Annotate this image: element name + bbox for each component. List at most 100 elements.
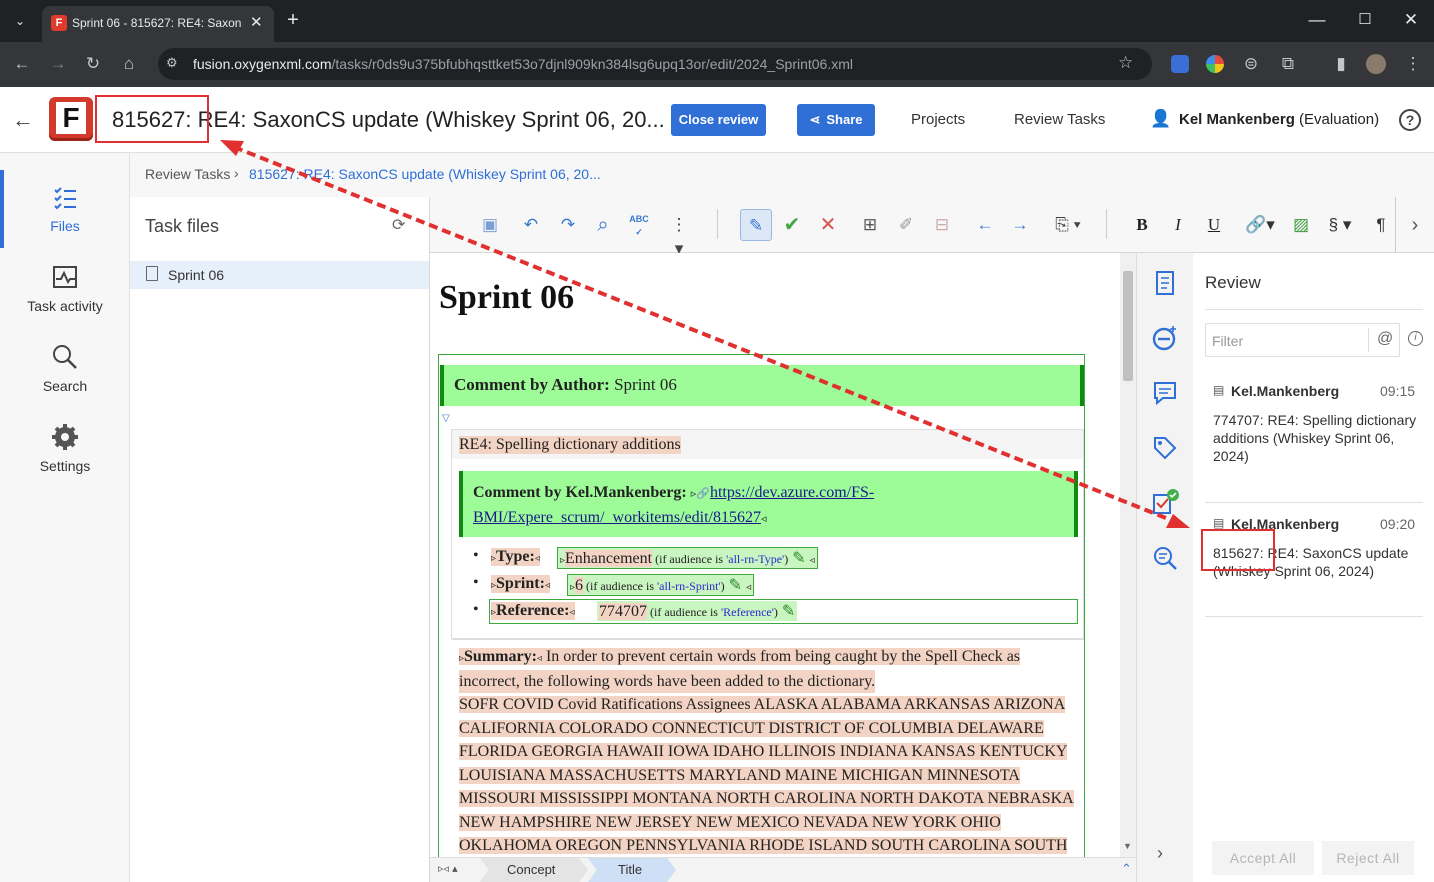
- accept-all-button[interactable]: Accept All: [1212, 841, 1314, 875]
- refresh-icon[interactable]: ⟳: [392, 215, 405, 235]
- projects-link[interactable]: Projects: [911, 111, 965, 128]
- tag-view-icon[interactable]: ▹◃ ▴: [438, 862, 458, 875]
- bookmark-star-icon[interactable]: ☆: [1118, 53, 1133, 73]
- site-info-icon[interactable]: ⚙: [166, 55, 178, 71]
- review-comment-card[interactable]: ▤ Kel.Mankenberg 09:15 774707: RE4: Spel…: [1205, 375, 1423, 475]
- author-comment[interactable]: Comment by Author: Sprint 06: [440, 365, 1084, 406]
- nav-settings[interactable]: Settings: [0, 410, 130, 490]
- edit-pencil-icon[interactable]: ✎: [782, 603, 795, 620]
- remove-comment-icon[interactable]: ⊟: [930, 213, 954, 237]
- collapse-up-icon[interactable]: ⌃: [1121, 861, 1132, 877]
- document-editor[interactable]: Sprint 06 Comment by Author: Sprint 06 ▽…: [430, 253, 1120, 857]
- user-icon: 👤: [1150, 109, 1172, 128]
- review-tasks-link[interactable]: Review Tasks: [1014, 111, 1105, 128]
- accept-change-icon[interactable]: ✔: [780, 213, 804, 237]
- home-icon[interactable]: ⌂: [118, 54, 140, 74]
- back-icon[interactable]: ←: [11, 54, 33, 74]
- pilcrow-icon[interactable]: ¶: [1369, 213, 1393, 237]
- redo-icon[interactable]: ↷: [556, 213, 580, 237]
- breadcrumb-root[interactable]: Review Tasks: [145, 166, 230, 182]
- next-change-icon[interactable]: →: [1008, 213, 1032, 237]
- reload-icon[interactable]: ↻: [82, 54, 104, 74]
- attributes-e-icon[interactable]: [1151, 324, 1179, 352]
- outline-icon[interactable]: [1151, 269, 1179, 297]
- share-button[interactable]: ⋖ Share: [797, 104, 875, 136]
- undo-icon[interactable]: ↶: [519, 213, 543, 237]
- tag-icon[interactable]: [1151, 434, 1179, 462]
- new-tab-icon[interactable]: +: [282, 10, 304, 30]
- browser-menu-icon[interactable]: ⋮: [1402, 54, 1424, 74]
- bold-icon[interactable]: B: [1130, 213, 1154, 237]
- section-dropdown-icon[interactable]: § ▾: [1323, 213, 1357, 237]
- extension-circle-icon[interactable]: ⊜: [1240, 54, 1262, 74]
- find-comments-icon[interactable]: [1151, 544, 1179, 572]
- words-line: NEW HAMPSHIRE NEW JERSEY NEW MEXICO NEVA…: [459, 813, 1001, 831]
- kel-comment[interactable]: Comment by Kel.Mankenberg: ▹🔗https://dev…: [459, 471, 1078, 537]
- close-review-button[interactable]: Close review: [671, 104, 766, 136]
- nav-search[interactable]: Search: [0, 330, 130, 410]
- reference-field[interactable]: 774707 (if audience is 'Reference') ✎: [597, 601, 798, 621]
- reject-all-button[interactable]: Reject All: [1322, 841, 1414, 875]
- kel-comment-link-line2[interactable]: BMI/Expere_scrum/_workitems/edit/815627: [473, 509, 761, 526]
- file-icon: [146, 266, 158, 281]
- minimize-icon[interactable]: —: [1306, 10, 1328, 30]
- extensions-puzzle-icon[interactable]: ⧉: [1277, 54, 1299, 74]
- review-filter-input[interactable]: Filter @: [1205, 323, 1400, 357]
- underline-icon[interactable]: U: [1202, 213, 1226, 237]
- previous-change-icon[interactable]: ←: [973, 213, 997, 237]
- gear-icon: [52, 424, 78, 450]
- info-icon[interactable]: i: [1408, 331, 1423, 346]
- profile-avatar[interactable]: [1366, 54, 1386, 74]
- insert-image-icon[interactable]: ▨: [1289, 213, 1313, 237]
- track-changes-icon[interactable]: ✎: [740, 209, 772, 241]
- edit-pencil-icon[interactable]: ✎: [792, 550, 805, 567]
- editor-scrollbar[interactable]: ▼: [1120, 253, 1136, 857]
- scrollbar-thumb[interactable]: [1123, 271, 1133, 381]
- browser-tab[interactable]: F Sprint 06 - 815627: RE4: Saxon ✕: [42, 6, 274, 42]
- back-arrow-icon[interactable]: ←: [12, 107, 34, 133]
- review-check-icon[interactable]: [1151, 489, 1179, 517]
- nav-task-activity[interactable]: Task activity: [0, 250, 130, 330]
- divider: [1205, 502, 1423, 503]
- metadata-list: • ▹Type:◃ ▹Enhancement (if audience is '…: [473, 547, 1078, 628]
- maximize-icon[interactable]: ☐: [1354, 10, 1376, 30]
- reference-cond-value: 'Reference': [720, 605, 774, 619]
- more-actions-icon[interactable]: ⋮ ▾: [664, 213, 694, 258]
- sprint-field[interactable]: ▹6 (if audience is 'all-rn-Sprint') ✎ ◃: [567, 574, 755, 596]
- collapse-triangle-icon[interactable]: ▽: [442, 413, 450, 424]
- url-field[interactable]: ⚙ fusion.oxygenxml.com/tasks/r0ds9u375bf…: [158, 48, 1152, 80]
- reject-change-icon[interactable]: ✕: [816, 213, 840, 237]
- tab-close-icon[interactable]: ✕: [250, 13, 263, 31]
- comment-time: 09:15: [1380, 383, 1416, 399]
- extension-color-icon[interactable]: [1206, 55, 1224, 73]
- mention-at-icon[interactable]: @: [1377, 330, 1393, 348]
- file-item-label: Sprint 06: [168, 267, 225, 283]
- toolbar-expand-chevron-icon[interactable]: ›: [1395, 197, 1434, 253]
- user-menu[interactable]: Kel Mankenberg (Evaluation): [1179, 111, 1379, 128]
- summary-line2: incorrect, the following words have been…: [459, 670, 876, 693]
- window-close-icon[interactable]: ✕: [1400, 10, 1422, 30]
- toolbar-divider: [1106, 209, 1107, 239]
- side-panel-icon[interactable]: ▮: [1330, 54, 1352, 74]
- comments-icon[interactable]: [1151, 379, 1179, 407]
- file-item-sprint06[interactable]: Sprint 06: [130, 261, 429, 289]
- panel-collapse-chevron-icon[interactable]: ›: [1157, 843, 1163, 864]
- italic-icon[interactable]: I: [1166, 213, 1190, 237]
- edit-comment-icon[interactable]: ✐: [894, 213, 918, 237]
- edit-pencil-icon[interactable]: ✎: [729, 577, 742, 594]
- find-icon[interactable]: ⌕: [591, 213, 615, 237]
- clipboard-dropdown-icon[interactable]: ⎘ ▾: [1050, 213, 1086, 237]
- extension-shield-icon[interactable]: [1171, 55, 1189, 73]
- add-comment-icon[interactable]: ⊞: [858, 213, 882, 237]
- spellcheck-icon[interactable]: ABC ✓: [627, 213, 651, 237]
- tab-search-chevron-icon[interactable]: ⌄: [9, 11, 31, 31]
- help-icon[interactable]: ?: [1399, 109, 1421, 131]
- save-icon[interactable]: ▣: [478, 213, 502, 237]
- reference-cond-prefix: (if audience is: [650, 605, 718, 619]
- link-dropdown-icon[interactable]: 🔗▾: [1242, 213, 1278, 237]
- type-field[interactable]: ▹Enhancement (if audience is 'all-rn-Typ…: [557, 547, 818, 569]
- forward-icon[interactable]: →: [47, 54, 69, 74]
- kel-comment-link-line1[interactable]: https://dev.azure.com/FS-: [710, 484, 874, 501]
- nav-files[interactable]: Files: [0, 170, 130, 250]
- scroll-down-icon[interactable]: ▼: [1123, 841, 1132, 851]
